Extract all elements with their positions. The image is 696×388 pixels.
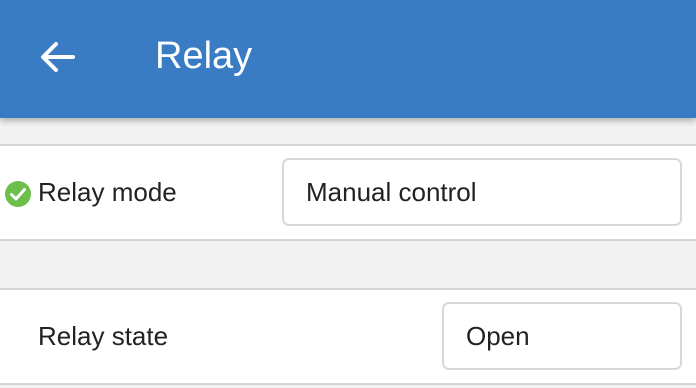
back-button[interactable] bbox=[28, 34, 88, 80]
relay-state-row: Relay state Open bbox=[0, 288, 696, 385]
arrow-left-icon bbox=[41, 42, 75, 72]
relay-state-select[interactable]: Open bbox=[442, 302, 682, 370]
relay-mode-select[interactable]: Manual control bbox=[282, 158, 682, 226]
app-bar: Relay bbox=[0, 0, 696, 118]
check-circle-icon bbox=[5, 181, 31, 207]
relay-state-value: Open bbox=[466, 321, 530, 351]
relay-state-label: Relay state bbox=[38, 321, 169, 351]
page-title: Relay bbox=[155, 35, 253, 77]
relay-mode-row: Relay mode Manual control bbox=[0, 144, 696, 241]
relay-mode-value: Manual control bbox=[306, 177, 477, 207]
relay-mode-label: Relay mode bbox=[38, 177, 177, 207]
